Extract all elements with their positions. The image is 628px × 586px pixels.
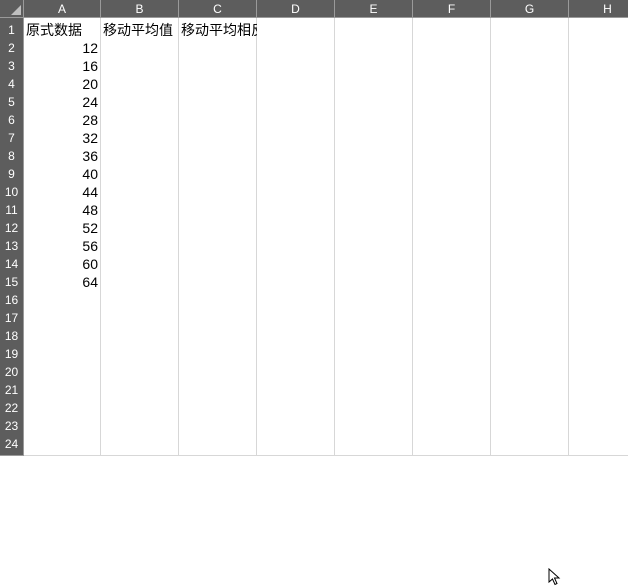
col-header-D[interactable]: D <box>257 0 335 18</box>
col-header-F[interactable]: F <box>413 0 491 18</box>
mouse-cursor-icon <box>548 568 562 586</box>
cell-H24[interactable] <box>569 432 628 456</box>
col-header-H[interactable]: H <box>569 0 628 18</box>
col-header-G[interactable]: G <box>491 0 569 18</box>
cell-A24[interactable] <box>24 432 101 456</box>
cell-C24[interactable] <box>179 432 257 456</box>
col-header-A[interactable]: A <box>24 0 101 18</box>
col-header-B[interactable]: B <box>101 0 179 18</box>
cell-B24[interactable] <box>101 432 179 456</box>
cell-F24[interactable] <box>413 432 491 456</box>
col-header-E[interactable]: E <box>335 0 413 18</box>
cell-E24[interactable] <box>335 432 413 456</box>
cell-G24[interactable] <box>491 432 569 456</box>
row-header-24[interactable]: 24 <box>0 432 24 456</box>
col-header-C[interactable]: C <box>179 0 257 18</box>
cell-D24[interactable] <box>257 432 335 456</box>
select-all-corner[interactable] <box>0 0 24 18</box>
spreadsheet-grid: A B C D E F G H 1原式数据移动平均值移动平均相反数2123164… <box>0 0 628 450</box>
